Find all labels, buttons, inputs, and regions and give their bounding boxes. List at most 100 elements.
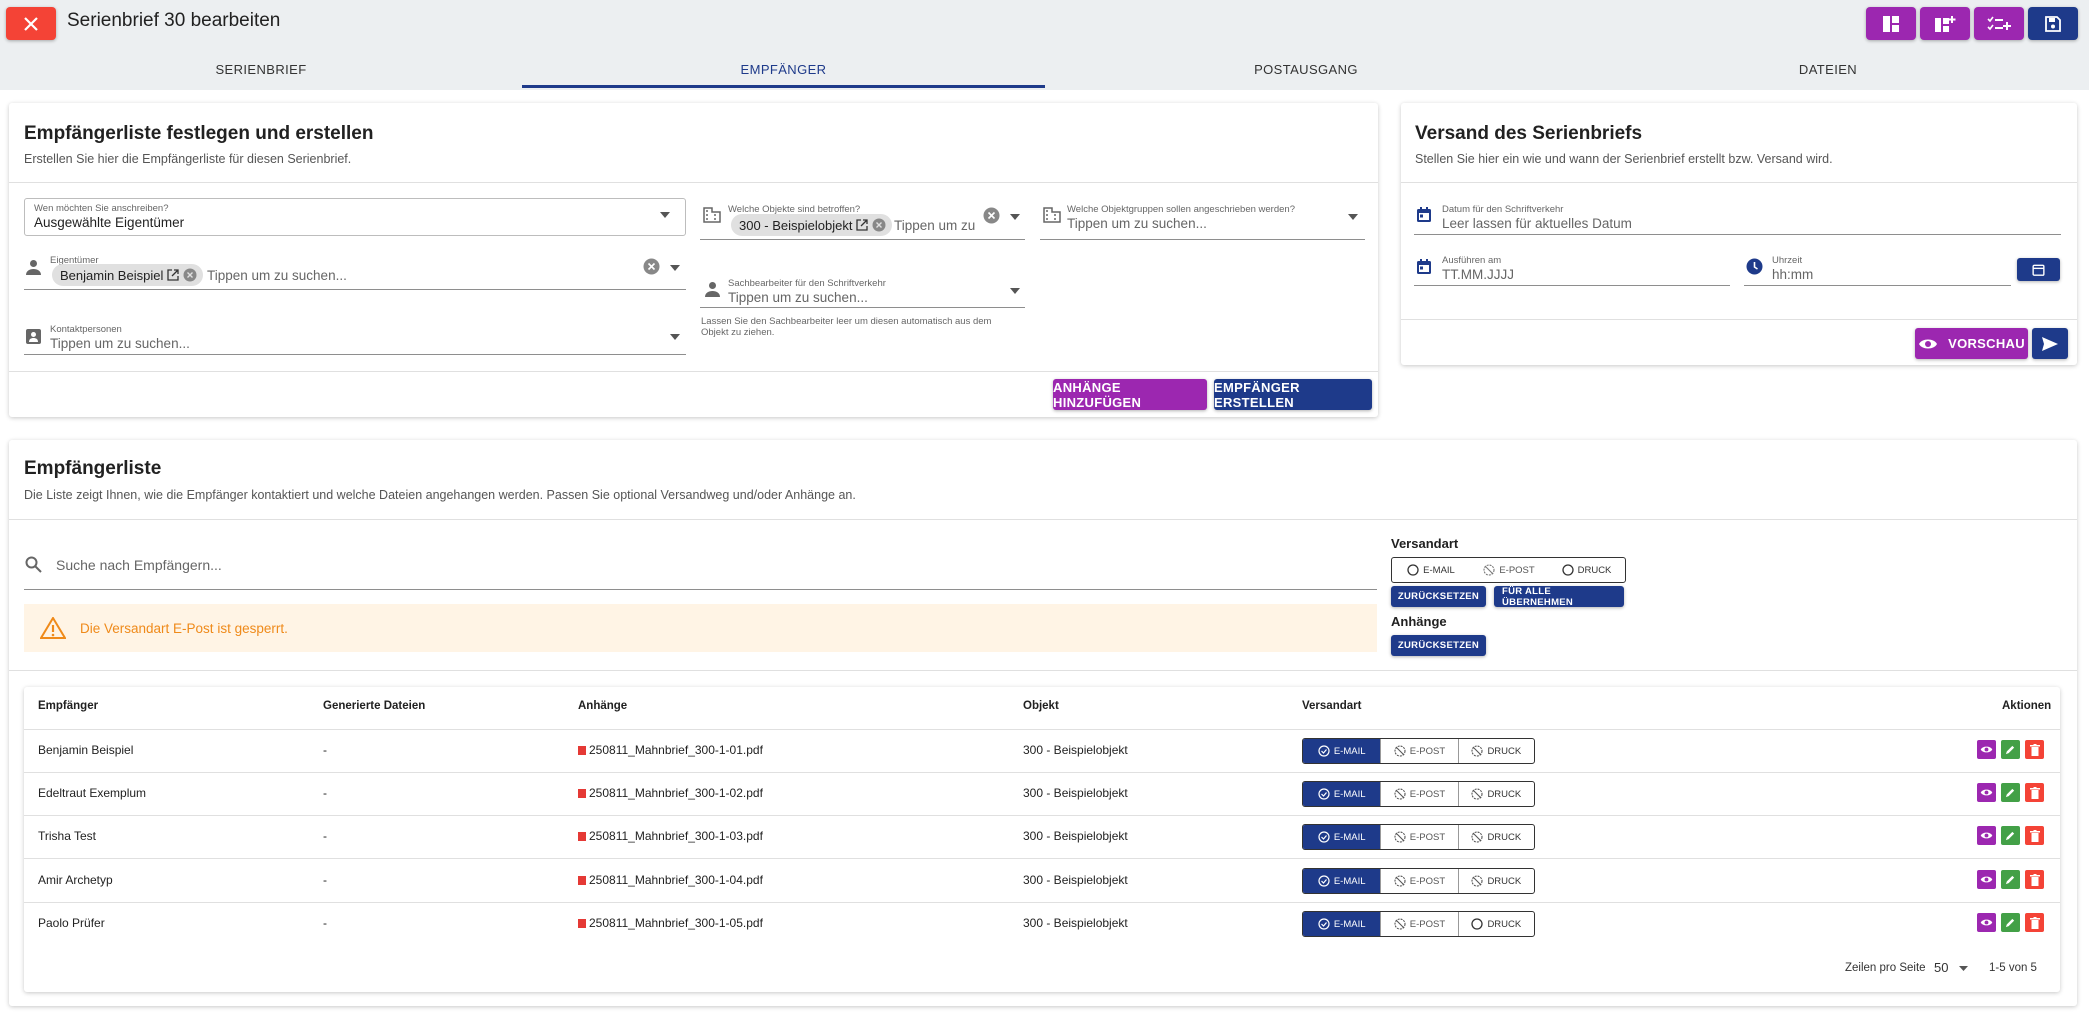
send-button[interactable]	[2032, 328, 2068, 359]
option-email[interactable]: E-Mail	[1303, 825, 1381, 849]
add-layout-button[interactable]	[1920, 7, 1970, 40]
edit-button[interactable]	[2001, 783, 2020, 802]
delete-button[interactable]	[2025, 783, 2044, 802]
option-email[interactable]: E-Mail	[1303, 912, 1381, 936]
open-in-new-icon[interactable]	[167, 269, 179, 281]
edit-button[interactable]	[2001, 870, 2020, 889]
owners-input[interactable]: Tippen um zu suchen...	[207, 268, 347, 283]
chevron-down-icon[interactable]	[1010, 288, 1020, 294]
recipient-search-input[interactable]: Suche nach Empfängern...	[56, 557, 222, 573]
rows-per-page-select[interactable]: 50	[1934, 960, 1948, 975]
pdf-icon	[578, 876, 586, 885]
batch-option-email[interactable]: E-Mail	[1392, 558, 1470, 582]
view-button[interactable]	[1977, 870, 1996, 889]
tab-postausgang[interactable]: Postausgang	[1045, 50, 1567, 88]
view-button[interactable]	[1977, 783, 1996, 802]
view-button[interactable]	[1977, 826, 1996, 845]
add-task-button[interactable]	[1974, 7, 2024, 40]
letter-date-input[interactable]: Leer lassen für aktuelles Datum	[1442, 216, 1632, 231]
row-versandart-toggle[interactable]: E-Mail E-Post Druck	[1302, 781, 1535, 807]
edit-button[interactable]	[2001, 826, 2020, 845]
col-header-actions: Aktionen	[2002, 700, 2052, 712]
option-epost[interactable]: E-Post	[1380, 912, 1457, 936]
add-attachments-button[interactable]: Anhänge hinzufügen	[1053, 379, 1207, 410]
edit-button[interactable]	[2001, 740, 2020, 759]
option-email[interactable]: E-Mail	[1303, 739, 1381, 763]
batch-option-epost-label: E-Post	[1499, 564, 1535, 576]
col-header-object: Objekt	[1023, 700, 1059, 712]
objects-input[interactable]: Tippen um zu	[894, 218, 975, 233]
layout-button[interactable]	[1866, 7, 1916, 40]
tab-empfaenger[interactable]: Empfänger	[522, 50, 1045, 88]
option-druck[interactable]: Druck	[1457, 782, 1534, 806]
chevron-down-icon[interactable]	[1348, 214, 1358, 220]
option-epost[interactable]: E-Post	[1380, 782, 1457, 806]
attachment-link[interactable]: 250811_Mahnbrief_300-1-01.pdf	[578, 743, 763, 757]
clerk-hint: Lassen Sie den Sachbearbeiter leer um di…	[701, 316, 992, 338]
batch-versandart-toggle[interactable]: E-Mail E-Post Druck	[1391, 557, 1626, 583]
attachment-link[interactable]: 250811_Mahnbrief_300-1-03.pdf	[578, 829, 763, 843]
groups-input[interactable]: Tippen um zu suchen...	[1067, 216, 1207, 231]
option-druck[interactable]: Druck	[1457, 825, 1534, 849]
option-druck[interactable]: Druck	[1457, 912, 1534, 936]
chip-remove-icon[interactable]	[183, 268, 197, 282]
delete-button[interactable]	[2025, 913, 2044, 932]
edit-button[interactable]	[2001, 913, 2020, 932]
contacts-input[interactable]: Tippen um zu suchen...	[50, 336, 190, 351]
radio-empty-icon	[1407, 564, 1419, 576]
view-button[interactable]	[1977, 913, 1996, 932]
option-email[interactable]: E-Mail	[1303, 869, 1381, 893]
batch-option-epost[interactable]: E-Post	[1470, 558, 1548, 582]
tab-dateien[interactable]: Dateien	[1567, 50, 2089, 88]
close-button[interactable]	[6, 7, 56, 40]
search-icon	[25, 556, 42, 573]
col-header-versandart: Versandart	[1302, 700, 1362, 712]
option-epost[interactable]: E-Post	[1380, 869, 1457, 893]
row-versandart-toggle[interactable]: E-Mail E-Post Druck	[1302, 911, 1535, 937]
execute-date-input[interactable]: TT.MM.JJJJ	[1442, 267, 1514, 282]
attachment-link[interactable]: 250811_Mahnbrief_300-1-02.pdf	[578, 786, 763, 800]
owner-chip[interactable]: Benjamin Beispiel	[52, 264, 204, 286]
delete-button[interactable]	[2025, 826, 2044, 845]
groups-label: Welche Objektgruppen sollen angeschriebe…	[1067, 204, 1295, 215]
clear-icon[interactable]	[983, 207, 1000, 224]
clerk-input[interactable]: Tippen um zu suchen...	[728, 290, 868, 305]
attachment-link[interactable]: 250811_Mahnbrief_300-1-04.pdf	[578, 873, 763, 887]
reset-attachments-button[interactable]: Zurücksetzen	[1391, 635, 1486, 656]
apply-all-button[interactable]: Für alle übernehmen	[1494, 586, 1624, 608]
generated-files: -	[323, 743, 327, 757]
chevron-down-icon[interactable]	[670, 334, 680, 340]
delete-button[interactable]	[2025, 740, 2044, 759]
create-recipients-button[interactable]: Empfänger erstellen	[1214, 379, 1372, 410]
option-epost[interactable]: E-Post	[1380, 739, 1457, 763]
chevron-down-icon[interactable]	[1010, 214, 1020, 220]
reset-versandart-button[interactable]: Zurücksetzen	[1391, 586, 1486, 607]
row-versandart-toggle[interactable]: E-Mail E-Post Druck	[1302, 868, 1535, 894]
clear-icon[interactable]	[643, 258, 660, 275]
option-druck[interactable]: Druck	[1457, 739, 1534, 763]
object-chip[interactable]: 300 - Beispielobjekt	[731, 214, 893, 236]
chip-remove-icon[interactable]	[872, 218, 886, 232]
row-versandart-toggle[interactable]: E-Mail E-Post Druck	[1302, 824, 1535, 850]
tab-serienbrief[interactable]: Serienbrief	[0, 50, 522, 88]
option-epost-label: E-Post	[1409, 831, 1446, 843]
trash-icon	[2029, 916, 2040, 929]
date-picker-button[interactable]	[2017, 258, 2060, 281]
option-email[interactable]: E-Mail	[1303, 782, 1381, 806]
row-versandart-toggle[interactable]: E-Mail E-Post Druck	[1302, 738, 1535, 764]
batch-option-druck[interactable]: Druck	[1548, 558, 1625, 582]
divider	[9, 519, 2077, 520]
preview-button[interactable]: Vorschau	[1915, 328, 2028, 359]
option-epost[interactable]: E-Post	[1380, 825, 1457, 849]
open-in-new-icon[interactable]	[856, 219, 869, 231]
save-button[interactable]	[2028, 7, 2078, 40]
chevron-down-icon[interactable]	[670, 265, 680, 271]
attachment-link[interactable]: 250811_Mahnbrief_300-1-05.pdf	[578, 916, 763, 930]
time-input[interactable]: hh:mm	[1772, 267, 1813, 282]
chevron-down-icon[interactable]	[1959, 966, 1968, 971]
view-button[interactable]	[1977, 740, 1996, 759]
chevron-down-icon[interactable]	[660, 212, 670, 218]
delete-button[interactable]	[2025, 870, 2044, 889]
option-druck[interactable]: Druck	[1457, 869, 1534, 893]
clerk-underline	[700, 307, 1025, 308]
